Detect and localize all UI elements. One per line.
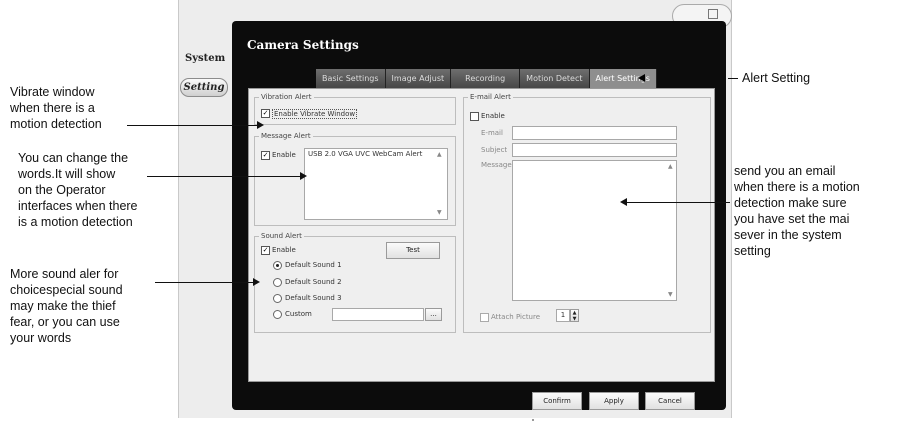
- email-message-textarea[interactable]: [512, 160, 677, 301]
- email-label: E-mail: [481, 129, 503, 137]
- sound-option-radio[interactable]: [273, 310, 282, 319]
- leader-line: [627, 202, 730, 203]
- settings-panel: Vibration Alert ✓ Enable Vibrate Window …: [248, 88, 715, 382]
- custom-sound-path-input[interactable]: [332, 308, 424, 321]
- leader-line: [728, 78, 738, 79]
- annotation-words: You can change the words.It will show on…: [18, 150, 138, 230]
- sound-enable-checkbox[interactable]: ✓: [261, 246, 270, 255]
- arrow-head-icon: [257, 121, 264, 129]
- message-alert-title: Message Alert: [261, 132, 311, 140]
- cancel-button[interactable]: Cancel: [645, 392, 695, 410]
- annotation-line: setting: [734, 244, 771, 258]
- annotation-line: Vibrate window: [10, 85, 95, 99]
- subject-input[interactable]: [512, 143, 677, 157]
- apply-button[interactable]: Apply: [589, 392, 639, 410]
- annotation-line: may make the thief: [10, 299, 116, 313]
- sound-option-label: Default Sound 1: [285, 261, 342, 269]
- sound-option-label: Custom: [285, 310, 312, 318]
- annotation-sound: More sound aler for choicespecial sound …: [10, 266, 123, 346]
- alert-tab-arrow-icon: [638, 74, 645, 82]
- arrow-head-icon: [253, 278, 260, 286]
- attach-picture-checkbox[interactable]: [480, 313, 489, 322]
- annotation-line: choicespecial sound: [10, 283, 123, 297]
- vibration-alert-title: Vibration Alert: [261, 93, 312, 101]
- annotation-line: on the Operator: [18, 183, 106, 197]
- leader-line: [155, 282, 255, 283]
- arrow-head-icon: [300, 172, 307, 180]
- annotation-line: is a motion detection: [18, 215, 133, 229]
- annotation-line: you have set the mai: [734, 212, 850, 226]
- arrow-head-icon: [620, 198, 627, 206]
- attach-count-stepper[interactable]: 1: [556, 309, 570, 322]
- stepper-arrows-icon[interactable]: ▲ ▼: [570, 309, 579, 322]
- annotation-line: your words: [10, 331, 72, 345]
- tab-basic-settings[interactable]: Basic Settings: [316, 69, 386, 88]
- email-enable-checkbox[interactable]: [470, 112, 479, 121]
- annotation-line: when there is a motion: [734, 180, 860, 194]
- sound-option-radio[interactable]: [273, 294, 282, 303]
- setting-button[interactable]: Setting: [180, 78, 228, 97]
- email-alert-title: E-mail Alert: [470, 93, 511, 101]
- sound-option-radio[interactable]: [273, 278, 282, 287]
- message-enable-checkbox[interactable]: ✓: [261, 151, 270, 160]
- confirm-button[interactable]: Confirm: [532, 392, 582, 410]
- scroll-up-icon[interactable]: ▲: [437, 151, 442, 158]
- annotation-line: motion detection: [10, 117, 102, 131]
- tab-bar: Basic Settings Image Adjust Recording Mo…: [316, 69, 657, 88]
- tab-alert-settings[interactable]: Alert Settings: [589, 69, 657, 88]
- annotation-email: send you an email when there is a motion…: [734, 163, 860, 259]
- annotation-line: when there is a: [10, 101, 95, 115]
- annotation-line: fear, or you can use: [10, 315, 120, 329]
- vibrate-window-label: Enable Vibrate Window: [272, 109, 358, 119]
- scroll-up-icon[interactable]: ▲: [668, 163, 673, 170]
- page-title: Camera Settings: [247, 38, 359, 52]
- scroll-down-icon[interactable]: ▼: [437, 209, 442, 216]
- restore-icon[interactable]: [708, 9, 718, 19]
- message-text: USB 2.0 VGA UVC WebCam Alert: [308, 150, 423, 158]
- message-label: Message: [481, 161, 512, 169]
- tab-motion-detect[interactable]: Motion Detect: [520, 69, 590, 88]
- email-input[interactable]: [512, 126, 677, 140]
- subject-label: Subject: [481, 146, 508, 154]
- annotation-vibrate: Vibrate window when there is a motion de…: [10, 84, 102, 132]
- attach-picture-label: Attach Picture: [491, 313, 541, 321]
- annotation-line: You can change the: [18, 151, 129, 165]
- sound-enable-label: Enable: [272, 246, 296, 254]
- system-label: System: [185, 53, 226, 64]
- leader-line: [127, 125, 260, 126]
- leader-line: [147, 176, 302, 177]
- annotation-line: detection make sure: [734, 196, 847, 210]
- sound-alert-title: Sound Alert: [261, 232, 302, 240]
- sound-option-label: Default Sound 2: [285, 278, 342, 286]
- annotation-line: sever in the system: [734, 228, 842, 242]
- scroll-down-icon[interactable]: ▼: [668, 291, 673, 298]
- email-enable-label: Enable: [481, 112, 505, 120]
- tab-image-adjust[interactable]: Image Adjust: [385, 69, 452, 88]
- annotation-line: words.It will show: [18, 167, 116, 181]
- message-textarea[interactable]: USB 2.0 VGA UVC WebCam Alert: [304, 148, 448, 220]
- browse-sound-button[interactable]: ...: [425, 308, 442, 321]
- annotation-line: interfaces when there: [18, 199, 138, 213]
- annotation-line: More sound aler for: [10, 267, 119, 281]
- annotation-line: send you an email: [734, 164, 836, 178]
- tab-recording[interactable]: Recording: [451, 69, 521, 88]
- test-sound-button[interactable]: Test: [386, 242, 440, 259]
- sound-option-label: Default Sound 3: [285, 294, 342, 302]
- sound-option-radio[interactable]: [273, 261, 282, 270]
- message-enable-label: Enable: [272, 151, 296, 159]
- vibrate-window-checkbox[interactable]: ✓: [261, 109, 270, 118]
- annotation-alert-setting: Alert Setting: [742, 71, 811, 85]
